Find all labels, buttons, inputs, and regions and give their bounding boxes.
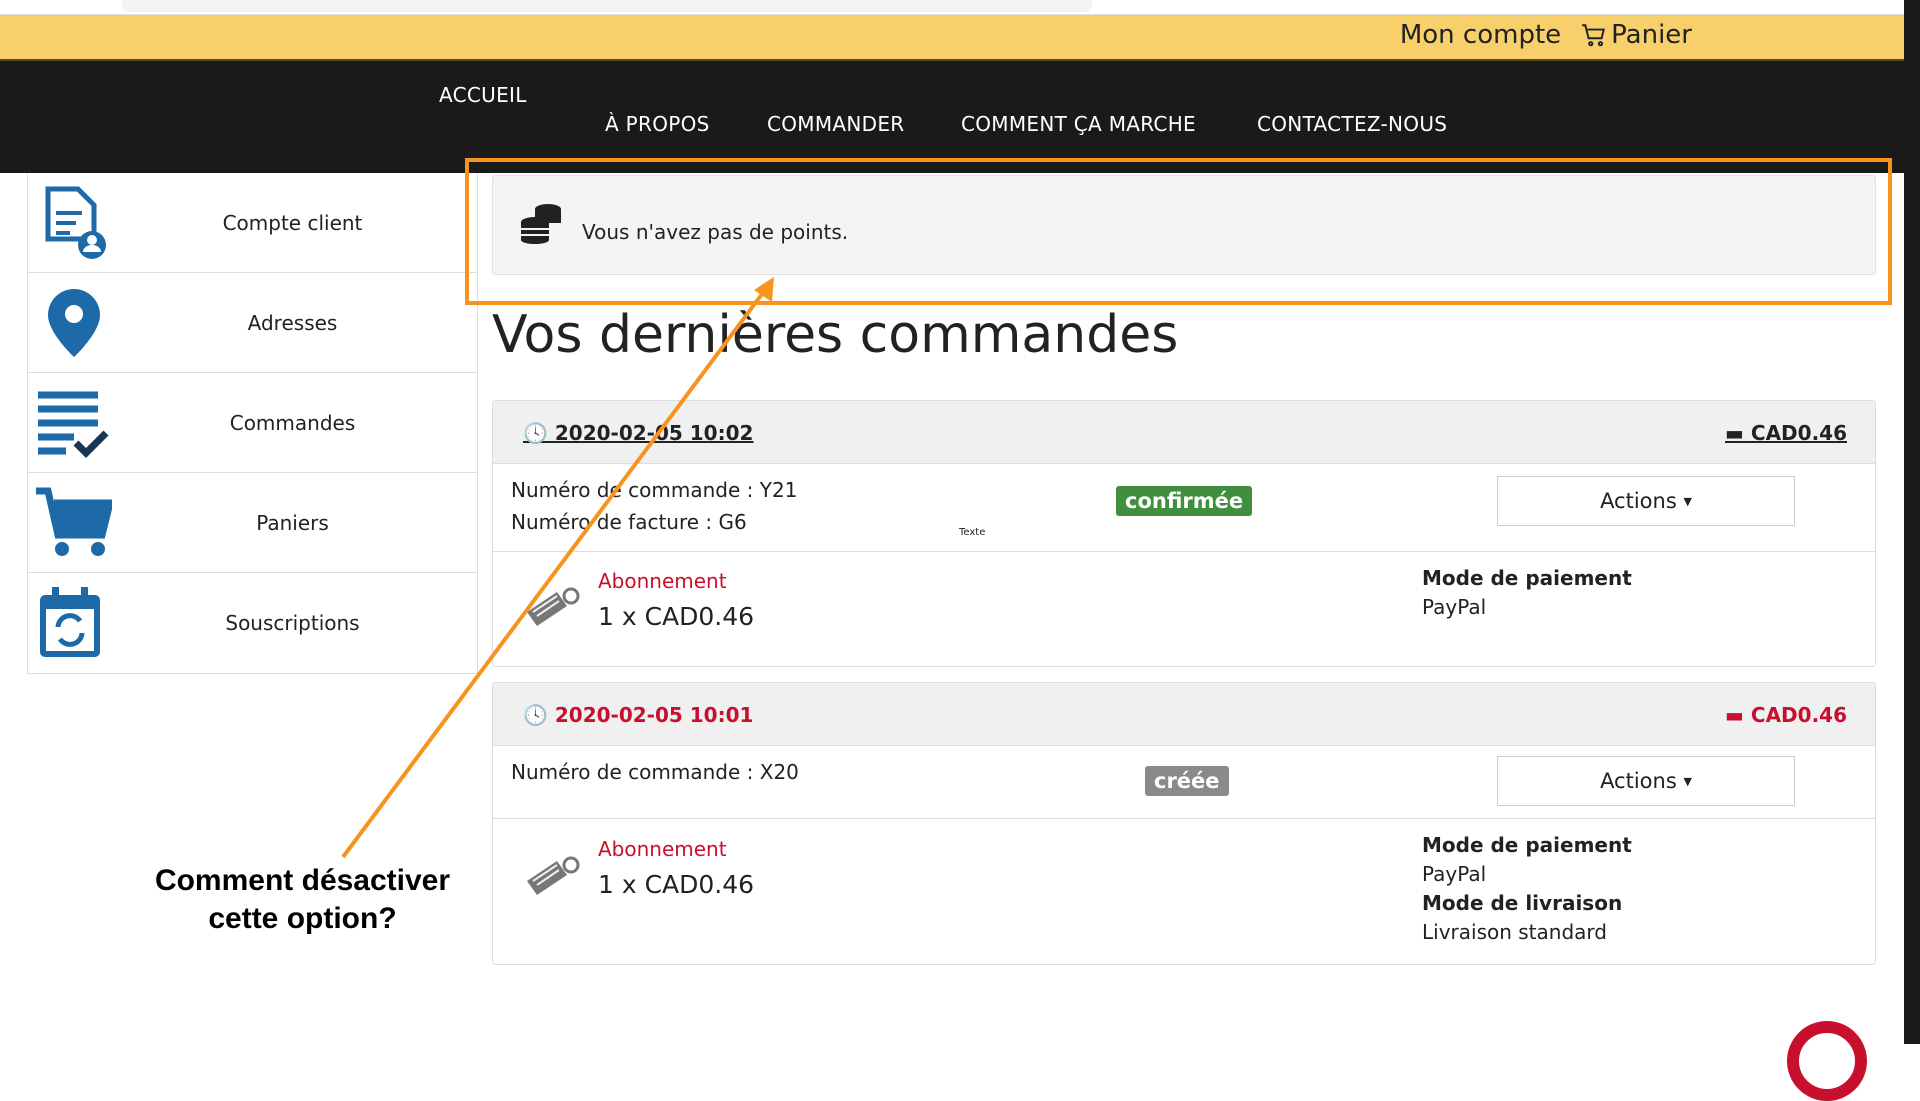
caret-down-icon: ▼	[1683, 494, 1692, 508]
order-header: 🕓 2020-02-05 10:01 ▬ CAD0.46	[493, 683, 1875, 746]
payment-label: Mode de paiement	[1422, 833, 1632, 857]
sidebar-item-adresses[interactable]: Adresses	[28, 273, 477, 373]
arrow-head	[754, 277, 774, 302]
cart-icon	[1582, 24, 1606, 47]
caret-down-icon: ▼	[1683, 774, 1692, 788]
annotation-line: Comment désactiver	[154, 864, 451, 897]
payment-value: PayPal	[1422, 862, 1487, 886]
order-total: CAD0.46	[1750, 703, 1847, 727]
annotation-line: cette option?	[208, 902, 397, 935]
list-check-icon	[38, 391, 109, 458]
order-number: Numéro de commande : X20	[511, 760, 799, 784]
order-total-link[interactable]: ▬ CAD0.46	[1725, 703, 1847, 727]
order-date-link[interactable]: 🕓 2020-02-05 10:01	[523, 703, 753, 727]
nav-accueil[interactable]: ACCUEIL	[439, 83, 527, 107]
coins-icon	[521, 204, 561, 244]
top-bar: Mon compte Panier	[0, 15, 1904, 61]
points-message: Vous n'avez pas de points.	[582, 220, 849, 244]
payment-value: PayPal	[1422, 595, 1487, 619]
actions-dropdown[interactable]: Actions ▼	[1497, 756, 1795, 806]
address-bar[interactable]	[122, 0, 1092, 12]
credit-card-icon: ▬	[1725, 421, 1744, 445]
order-card: 🕓 2020-02-05 10:02 ▬ CAD0.46 Numéro de c…	[492, 400, 1876, 667]
my-account-link[interactable]: Mon compte	[1400, 20, 1561, 50]
calendar-refresh-icon	[40, 587, 100, 657]
order-date: 2020-02-05 10:02	[554, 421, 754, 445]
nav-comment-ca-marche[interactable]: COMMENT ÇA MARCHE	[961, 112, 1196, 136]
actions-label: Actions	[1600, 769, 1677, 793]
shipping-value: Livraison standard	[1422, 920, 1607, 944]
order-card: 🕓 2020-02-05 10:01 ▬ CAD0.46 Numéro de c…	[492, 682, 1876, 965]
note-text: Texte	[959, 527, 986, 538]
sidebar-item-paniers[interactable]: Paniers	[28, 473, 477, 573]
sidebar-item-compte-client[interactable]: Compte client	[28, 173, 477, 273]
price-tag-icon	[527, 587, 580, 626]
order-total-link[interactable]: ▬ CAD0.46	[1725, 421, 1847, 445]
cart-link[interactable]: Panier	[1581, 20, 1692, 50]
order-date-link[interactable]: 🕓 2020-02-05 10:02	[523, 421, 753, 445]
nav-a-propos[interactable]: À PROPOS	[605, 112, 710, 136]
nav-commander[interactable]: COMMANDER	[767, 112, 905, 136]
page-title: Vos dernières commandes	[492, 305, 1179, 365]
scrollbar[interactable]	[1904, 0, 1920, 1044]
payment-label: Mode de paiement	[1422, 566, 1632, 590]
account-sidebar: Compte client Adresses Commandes Paniers…	[27, 173, 478, 674]
actions-dropdown[interactable]: Actions ▼	[1497, 476, 1795, 526]
credit-card-icon: ▬	[1725, 703, 1744, 727]
browser-toolbar	[0, 0, 1904, 15]
cart-label: Panier	[1611, 20, 1692, 50]
shipping-label: Mode de livraison	[1422, 891, 1623, 915]
points-panel: Vous n'avez pas de points.	[492, 175, 1876, 275]
cart-icon	[36, 487, 112, 556]
main-nav: ACCUEIL À PROPOS COMMANDER COMMENT ÇA MA…	[0, 61, 1904, 173]
order-total: CAD0.46	[1750, 421, 1847, 445]
product-qty: 1 x CAD0.46	[598, 602, 755, 631]
invoice-number: Numéro de facture : G6	[511, 510, 747, 534]
status-badge: confirmée	[1116, 486, 1253, 516]
map-pin-icon	[48, 289, 100, 357]
product-qty: 1 x CAD0.46	[598, 870, 755, 899]
actions-label: Actions	[1600, 489, 1677, 513]
order-number: Numéro de commande : Y21	[511, 478, 798, 502]
product-link[interactable]: Abonnement	[598, 569, 727, 593]
order-date: 2020-02-05 10:01	[554, 703, 754, 727]
status-badge: créée	[1145, 766, 1229, 796]
chat-widget-button[interactable]	[1787, 1021, 1867, 1101]
price-tag-icon	[527, 856, 580, 895]
product-link[interactable]: Abonnement	[598, 837, 727, 861]
order-header: 🕓 2020-02-05 10:02 ▬ CAD0.46	[493, 401, 1875, 464]
sidebar-item-souscriptions[interactable]: Souscriptions	[28, 573, 477, 673]
nav-contactez-nous[interactable]: CONTACTEZ-NOUS	[1257, 112, 1447, 136]
document-user-icon	[45, 186, 106, 259]
sidebar-item-commandes[interactable]: Commandes	[28, 373, 477, 473]
annotation-text: Comment désactiver cette option?	[130, 862, 475, 938]
